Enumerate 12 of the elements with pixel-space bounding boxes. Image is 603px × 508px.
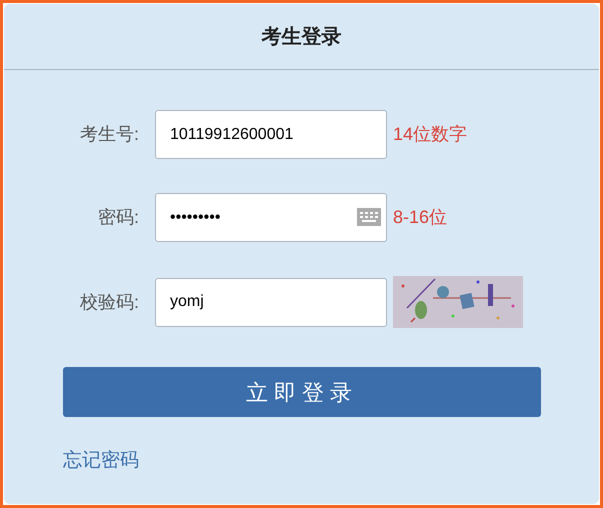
field-hint: 8-16位	[393, 206, 448, 229]
keyboard-icon[interactable]	[357, 208, 381, 226]
input-field[interactable]: 10119912600001	[155, 110, 387, 159]
field-hint: 14位数字	[393, 123, 468, 146]
panel-title: 考生登录	[262, 24, 342, 50]
forgot-password-link[interactable]: 忘记密码	[63, 450, 139, 471]
field-label: 密码:	[96, 206, 140, 229]
field-label: 考生号:	[78, 123, 140, 146]
input-field[interactable]: yomj	[155, 278, 387, 326]
input-field[interactable]: •••••••••	[155, 193, 387, 242]
field-label: 校验码:	[78, 290, 140, 314]
login-button[interactable]: 立即登录	[63, 367, 541, 417]
